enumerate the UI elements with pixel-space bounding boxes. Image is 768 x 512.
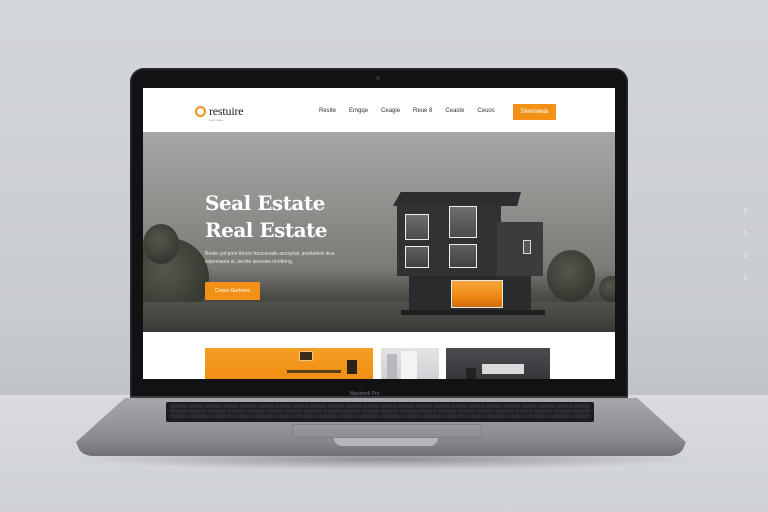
logo-tagline: real estate <box>209 118 224 122</box>
feature-cards <box>143 332 615 379</box>
nav-link-2[interactable]: Emgqe <box>349 108 368 114</box>
house-window-4 <box>449 244 477 268</box>
tree-right <box>547 250 595 302</box>
card-interior-dark[interactable] <box>446 348 550 379</box>
card-1-table <box>287 370 341 373</box>
laptop-keyboard <box>166 402 594 422</box>
house-window-2 <box>449 206 477 238</box>
card-interior-orange[interactable] <box>205 348 373 379</box>
nav-link-1[interactable]: Resite <box>319 108 336 114</box>
site-navbar: restuire real estate Resite Emgqe Ceagie… <box>143 88 615 132</box>
modern-house-image <box>393 192 553 317</box>
hero-title: Seal Estate Real Estate <box>205 190 328 244</box>
key-row-3 <box>170 414 590 418</box>
nav-link-4[interactable]: Reue 8 <box>413 108 432 114</box>
house-side-block <box>497 222 543 276</box>
card-2-door <box>387 354 397 379</box>
hero-description: Beate yaf pore throre froucenaile aocayt… <box>205 251 335 265</box>
card-1-chair <box>347 360 357 374</box>
card-3-chair <box>466 368 476 379</box>
key-row-1 <box>170 404 591 408</box>
laptop-brand-label: Macbook Pro <box>350 391 380 397</box>
hero-title-line-1: Seal Estate <box>205 191 325 215</box>
card-3-screen <box>482 364 524 374</box>
house-base <box>401 310 545 315</box>
laptop-front-notch <box>334 438 438 446</box>
hero-section: Seal Estate Real Estate Beate yaf pore t… <box>143 132 615 332</box>
logo-ring-icon <box>195 106 206 117</box>
site-logo[interactable]: restuire real estate <box>195 104 244 122</box>
card-interior-light[interactable] <box>381 348 439 379</box>
house-window-3 <box>405 246 429 268</box>
nav-link-3[interactable]: Ceagie <box>381 108 400 114</box>
nav-link-5[interactable]: Ceaste <box>445 108 464 114</box>
hero-title-line-2: Real Estate <box>205 218 328 242</box>
decorative-chevrons: › › › › <box>742 202 748 285</box>
webcam <box>376 76 380 80</box>
laptop-screen: restuire real estate Resite Emgqe Ceagie… <box>143 88 615 379</box>
tree-right-far <box>599 276 615 302</box>
house-window-5 <box>523 240 531 254</box>
hero-cta-button[interactable]: Cnsce Gertsere <box>205 282 260 300</box>
key-row-2 <box>170 409 591 413</box>
house-window-1 <box>405 214 429 240</box>
laptop-lid: restuire real estate Resite Emgqe Ceagie… <box>130 68 628 398</box>
nav-link-6[interactable]: Ceuos <box>477 108 494 114</box>
card-1-wall-art <box>299 351 313 361</box>
laptop-trackpad <box>292 424 482 438</box>
nav-cta-button[interactable]: Sleesweta <box>513 104 556 120</box>
house-glass-door <box>451 280 503 308</box>
tree-left-small <box>143 224 179 264</box>
logo-text: restuire <box>209 104 244 118</box>
nav-links: Resite Emgqe Ceagie Reue 8 Ceaste Ceuos <box>319 108 495 114</box>
card-2-window <box>401 351 417 379</box>
